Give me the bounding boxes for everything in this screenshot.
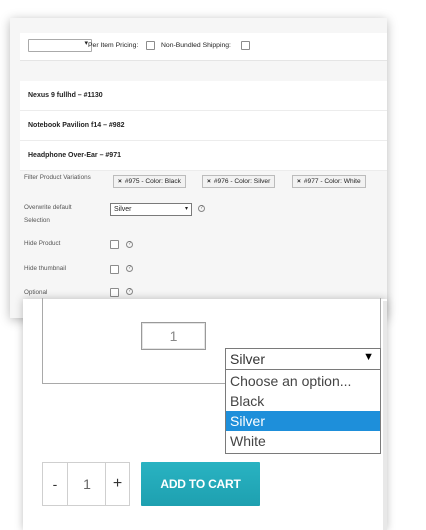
remove-tag-icon[interactable]: × [297, 178, 301, 185]
bundled-item-row[interactable]: Nexus 9 fullhd – #1130 [20, 81, 387, 111]
variation-tag-text: #976 - Color: Silver [213, 178, 271, 185]
hide-product-checkbox[interactable] [110, 240, 119, 249]
decrease-quantity-button[interactable]: - [43, 463, 68, 505]
variation-option[interactable]: Black [226, 391, 380, 411]
help-icon[interactable]: ? [198, 205, 205, 212]
optional-label: Optional [24, 289, 48, 296]
chevron-down-icon: ▼ [363, 351, 374, 363]
bundled-item-title: Headphone Over-Ear – #971 [28, 152, 121, 159]
filter-variations-label: Filter Product Variations [24, 174, 91, 181]
admin-bundle-panel: ▾ Per Item Pricing: Non-Bundled Shipping… [10, 18, 387, 318]
overwrite-default-label: Overwrite default [24, 204, 72, 211]
bundled-item-title: Notebook Pavilion f14 – #982 [28, 122, 125, 129]
help-icon[interactable]: ? [126, 288, 133, 295]
hide-thumbnail-label: Hide thumbnail [24, 265, 67, 272]
bundled-item-title: Nexus 9 fullhd – #1130 [28, 92, 103, 99]
chevron-down-icon: ▾ [184, 206, 188, 212]
screenshot: ▾ Per Item Pricing: Non-Bundled Shipping… [0, 0, 426, 530]
non-bundled-shipping-label: Non-Bundled Shipping: [161, 42, 231, 49]
per-item-pricing-label: Per Item Pricing: [88, 42, 139, 49]
variation-tag[interactable]: × #976 - Color: Silver [202, 175, 276, 188]
variation-option[interactable]: White [226, 431, 380, 451]
help-icon[interactable]: ? [126, 265, 133, 272]
add-to-cart-button[interactable]: ADD TO CART [141, 462, 260, 506]
remove-tag-icon[interactable]: × [207, 178, 211, 185]
bundled-item-row[interactable]: Headphone Over-Ear – #971 [20, 141, 387, 171]
quantity-stepper: - 1 + [42, 462, 130, 506]
overwrite-default-label-2: Selection [24, 217, 50, 224]
non-bundled-shipping-checkbox[interactable] [241, 41, 250, 50]
per-item-pricing-checkbox[interactable] [146, 41, 155, 50]
overwrite-default-value: Silver [114, 206, 132, 213]
quantity-input[interactable]: 1 [69, 463, 105, 505]
variation-tag[interactable]: × #975 - Color: Black [113, 175, 186, 188]
increase-quantity-button[interactable]: + [105, 463, 129, 505]
overwrite-default-select[interactable]: Silver ▾ [110, 203, 192, 216]
variation-option[interactable]: Choose an option... [226, 371, 380, 391]
bundled-quantity-input[interactable]: 1 [141, 322, 206, 350]
variation-tag-text: #975 - Color: Black [124, 178, 181, 185]
variation-select-value: Silver [230, 351, 266, 367]
hide-thumbnail-checkbox[interactable] [110, 265, 119, 274]
optional-checkbox[interactable] [110, 288, 119, 297]
hide-product-label: Hide Product [24, 240, 61, 247]
help-icon[interactable]: ? [126, 241, 133, 248]
variation-select[interactable]: Silver ▼ [225, 348, 381, 370]
variation-option-selected[interactable]: Silver [226, 411, 380, 431]
bundle-type-select[interactable]: ▾ [28, 39, 92, 52]
variation-tag-text: #977 - Color: White [303, 178, 361, 185]
remove-tag-icon[interactable]: × [118, 178, 122, 185]
variation-tag[interactable]: × #977 - Color: White [292, 175, 366, 188]
variation-options-list: Choose an option... Black Silver White [225, 370, 381, 454]
bundled-item-row[interactable]: Notebook Pavilion f14 – #982 [20, 111, 387, 141]
panel-shadow [383, 301, 387, 530]
